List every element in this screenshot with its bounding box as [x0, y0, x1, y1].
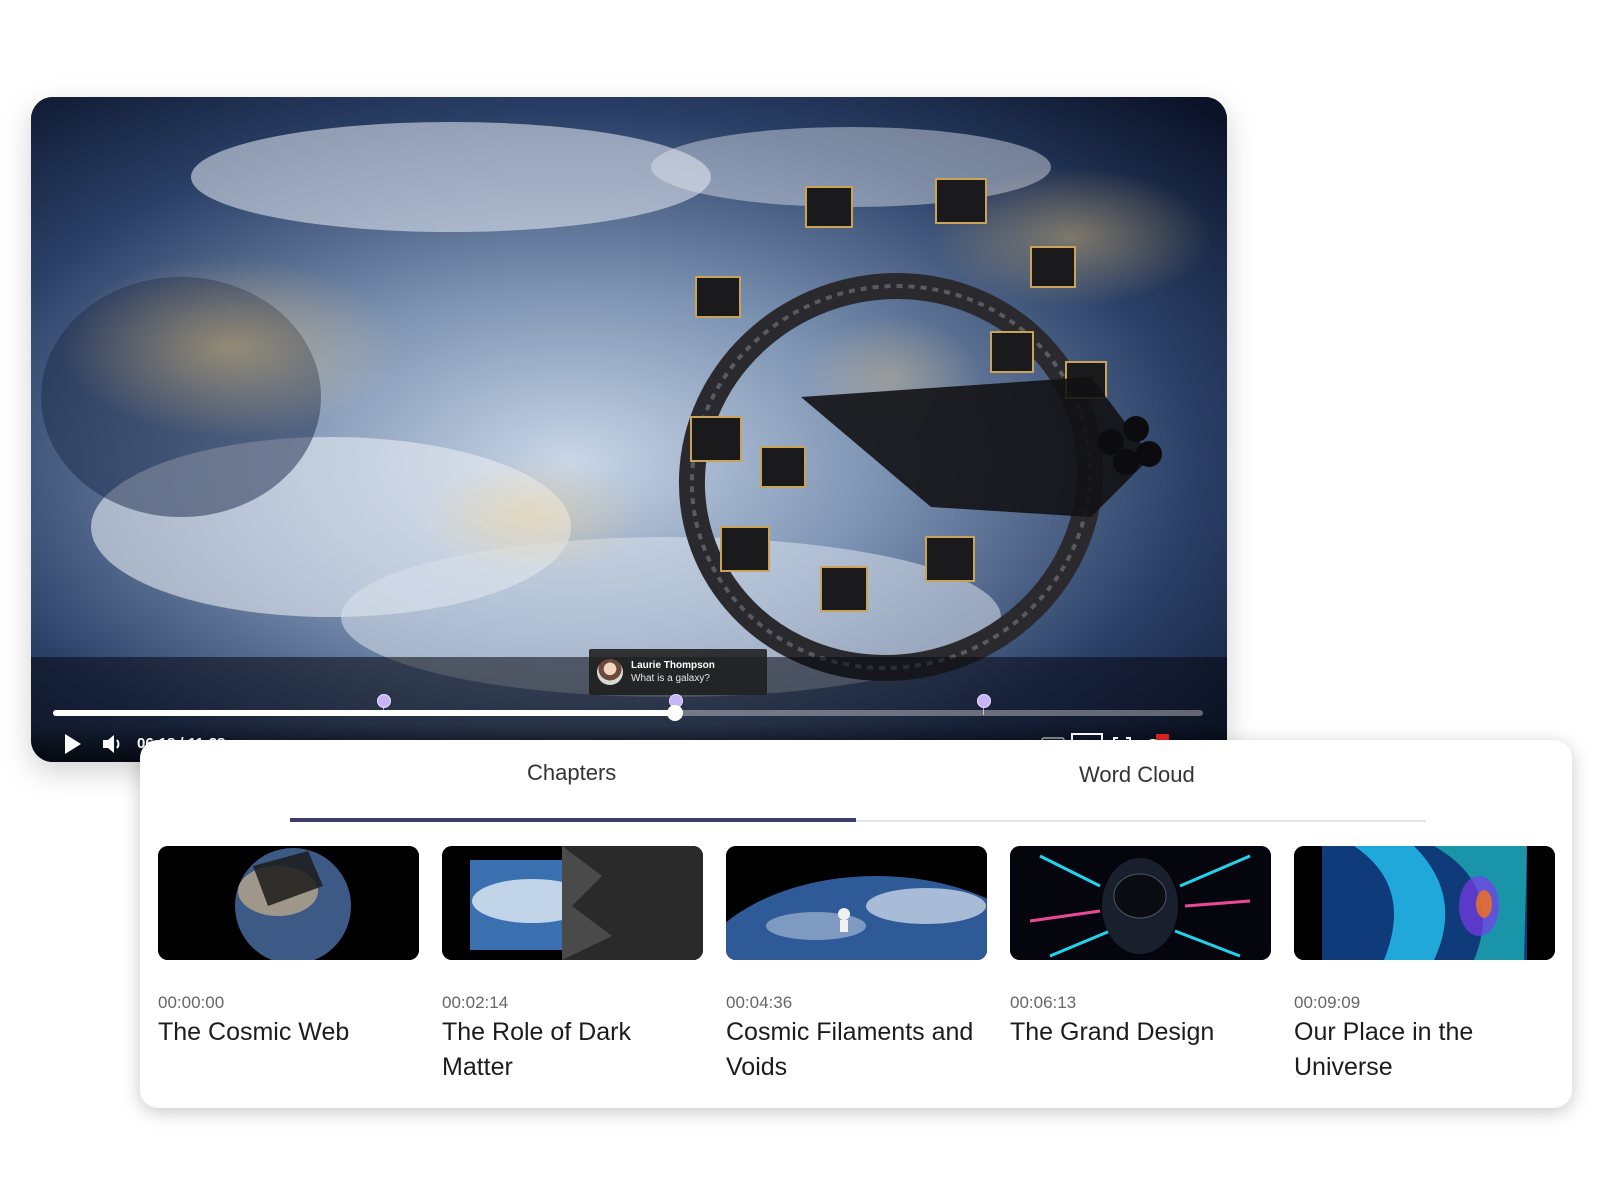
- chapter-card[interactable]: 00:00:00 The Cosmic Web: [158, 846, 419, 1085]
- chapter-time: 00:04:36: [726, 993, 793, 1012]
- tab-word-cloud[interactable]: Word Cloud: [1079, 762, 1195, 788]
- stage: Laurie Thompson What is a galaxy? 06:18 …: [0, 0, 1601, 1200]
- play-icon[interactable]: [63, 733, 83, 760]
- chapter-thumbnail: [1010, 846, 1271, 960]
- chapter-title: The Cosmic Web: [158, 1018, 350, 1046]
- chapter-title: Our Place in the Universe: [1294, 1018, 1474, 1081]
- chapter-title: The Role of Dark Matter: [442, 1018, 631, 1081]
- chapter-card[interactable]: 00:02:14 The Role of Dark Matter: [442, 846, 703, 1085]
- comment-popup[interactable]: Laurie Thompson What is a galaxy?: [589, 649, 767, 695]
- comment-text: What is a galaxy?: [631, 673, 710, 684]
- tab-active-indicator: [290, 818, 856, 822]
- chapter-list: 00:00:00 The Cosmic Web 00:02:14 The Rol…: [158, 846, 1555, 1085]
- chapter-card[interactable]: 00:06:13 The Grand Design: [1010, 846, 1271, 1085]
- chapter-card[interactable]: 00:09:09 Our Place in the Universe: [1294, 846, 1555, 1085]
- chapter-time: 00:06:13: [1010, 993, 1077, 1012]
- chapter-time: 00:09:09: [1294, 993, 1361, 1012]
- chapter-time: 00:00:00: [158, 993, 225, 1012]
- chapter-title: Cosmic Filaments and Voids: [726, 1018, 974, 1081]
- chapter-card[interactable]: 00:04:36 Cosmic Filaments and Voids: [726, 846, 987, 1085]
- chapter-thumbnail: [726, 846, 987, 960]
- video-player[interactable]: Laurie Thompson What is a galaxy? 06:18 …: [31, 97, 1227, 762]
- tab-chapters[interactable]: Chapters: [527, 760, 616, 786]
- chapter-time: 00:02:14: [442, 993, 509, 1012]
- chapter-thumbnail: [158, 846, 419, 960]
- progress-bar[interactable]: [53, 694, 1203, 721]
- chapter-thumbnail: [1294, 846, 1555, 960]
- progress-fill: [53, 710, 676, 716]
- comment-author: Laurie Thompson: [631, 660, 715, 671]
- avatar: [597, 659, 623, 685]
- chapters-panel: Chapters Word Cloud 00:00:00 The Cosmic …: [140, 740, 1572, 1108]
- chapter-marker[interactable]: [377, 694, 392, 715]
- volume-icon[interactable]: [101, 733, 125, 760]
- chapter-title: The Grand Design: [1010, 1018, 1215, 1046]
- chapter-thumbnail: [442, 846, 703, 960]
